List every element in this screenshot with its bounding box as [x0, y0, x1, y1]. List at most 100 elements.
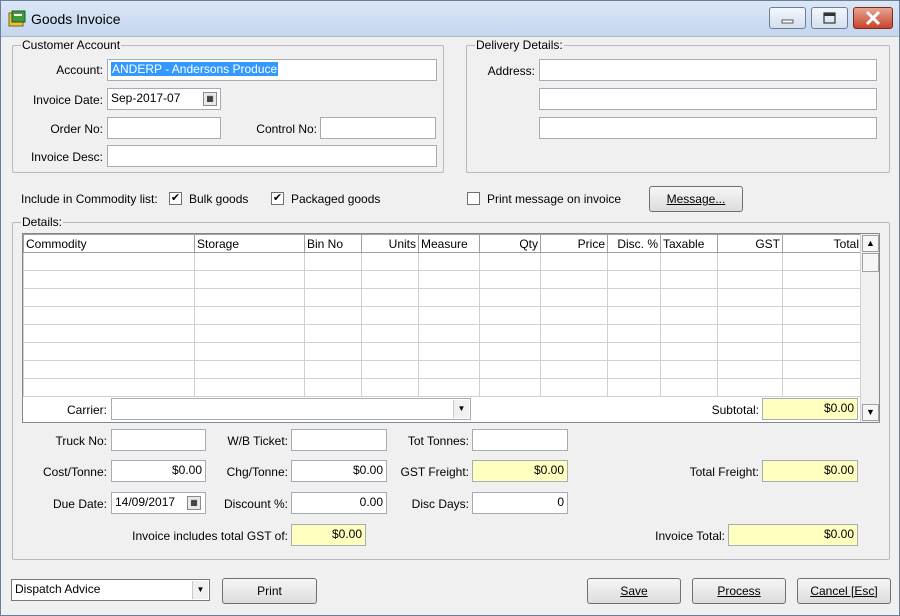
scroll-thumb[interactable]	[862, 253, 879, 272]
table-cell[interactable]	[479, 252, 541, 271]
table-cell[interactable]	[23, 378, 195, 397]
bulk-goods-label[interactable]: Bulk goods	[189, 192, 248, 206]
table-cell[interactable]	[607, 342, 661, 361]
message-button[interactable]: Message...	[649, 186, 743, 212]
table-row[interactable]	[23, 378, 862, 397]
table-cell[interactable]	[418, 378, 480, 397]
table-row[interactable]	[23, 360, 862, 379]
address-line-2[interactable]	[539, 88, 877, 110]
save-button[interactable]: Save	[587, 578, 681, 604]
col-taxable[interactable]: Taxable	[660, 234, 718, 253]
process-button[interactable]: Process	[692, 578, 786, 604]
col-qty[interactable]: Qty	[479, 234, 541, 253]
table-cell[interactable]	[23, 252, 195, 271]
table-cell[interactable]	[194, 324, 305, 343]
dropdown-arrow-icon[interactable]: ▼	[453, 400, 469, 418]
table-cell[interactable]	[540, 378, 608, 397]
table-cell[interactable]	[660, 360, 718, 379]
table-cell[interactable]	[304, 378, 362, 397]
account-field[interactable]: ANDERP - Andersons Produce	[107, 59, 437, 81]
table-cell[interactable]	[782, 270, 862, 289]
table-cell[interactable]	[607, 360, 661, 379]
table-cell[interactable]	[660, 342, 718, 361]
table-cell[interactable]	[418, 288, 480, 307]
disc-days-field[interactable]: 0	[472, 492, 568, 514]
table-cell[interactable]	[304, 270, 362, 289]
table-cell[interactable]	[782, 378, 862, 397]
table-cell[interactable]	[194, 270, 305, 289]
table-cell[interactable]	[660, 252, 718, 271]
table-cell[interactable]	[782, 252, 862, 271]
table-cell[interactable]	[540, 360, 608, 379]
table-cell[interactable]	[607, 270, 661, 289]
table-cell[interactable]	[361, 360, 419, 379]
table-cell[interactable]	[304, 324, 362, 343]
table-cell[interactable]	[479, 306, 541, 325]
table-cell[interactable]	[717, 342, 783, 361]
packaged-goods-checkbox[interactable]: ✔	[271, 192, 284, 205]
table-cell[interactable]	[418, 270, 480, 289]
table-cell[interactable]	[23, 288, 195, 307]
table-cell[interactable]	[540, 288, 608, 307]
table-cell[interactable]	[479, 270, 541, 289]
table-cell[interactable]	[194, 252, 305, 271]
table-cell[interactable]	[194, 360, 305, 379]
table-cell[interactable]	[607, 288, 661, 307]
table-cell[interactable]	[361, 342, 419, 361]
wb-ticket-field[interactable]	[291, 429, 387, 451]
due-date-calendar-icon[interactable]: ▦	[187, 496, 201, 510]
discount-field[interactable]: 0.00	[291, 492, 387, 514]
bulk-goods-checkbox[interactable]: ✔	[169, 192, 182, 205]
table-cell[interactable]	[479, 342, 541, 361]
table-cell[interactable]	[540, 252, 608, 271]
table-cell[interactable]	[304, 342, 362, 361]
minimize-button[interactable]	[769, 7, 806, 29]
table-cell[interactable]	[782, 342, 862, 361]
address-line-1[interactable]	[539, 59, 877, 81]
table-cell[interactable]	[660, 306, 718, 325]
calendar-icon[interactable]: ▦	[203, 92, 217, 106]
maximize-button[interactable]	[811, 7, 848, 29]
table-cell[interactable]	[479, 288, 541, 307]
table-cell[interactable]	[304, 252, 362, 271]
chg-tonne-field[interactable]: $0.00	[291, 460, 387, 482]
table-cell[interactable]	[304, 306, 362, 325]
details-grid[interactable]: Commodity Storage Bin No Units Measure Q…	[22, 233, 880, 423]
scroll-down-icon[interactable]: ▼	[862, 404, 879, 421]
print-message-checkbox[interactable]	[467, 192, 480, 205]
table-cell[interactable]	[717, 378, 783, 397]
table-cell[interactable]	[194, 306, 305, 325]
table-cell[interactable]	[479, 324, 541, 343]
table-cell[interactable]	[418, 324, 480, 343]
col-total[interactable]: Total	[782, 234, 862, 253]
table-cell[interactable]	[479, 378, 541, 397]
table-cell[interactable]	[540, 324, 608, 343]
print-message-label[interactable]: Print message on invoice	[487, 192, 621, 206]
table-cell[interactable]	[782, 360, 862, 379]
table-cell[interactable]	[304, 360, 362, 379]
table-cell[interactable]	[717, 288, 783, 307]
table-cell[interactable]	[540, 306, 608, 325]
table-cell[interactable]	[782, 324, 862, 343]
close-button[interactable]	[853, 7, 893, 29]
table-cell[interactable]	[418, 360, 480, 379]
cost-tonne-field[interactable]: $0.00	[111, 460, 206, 482]
table-cell[interactable]	[361, 306, 419, 325]
table-cell[interactable]	[717, 360, 783, 379]
title-bar[interactable]: Goods Invoice	[1, 1, 899, 37]
table-cell[interactable]	[23, 360, 195, 379]
table-cell[interactable]	[607, 306, 661, 325]
table-cell[interactable]	[23, 342, 195, 361]
print-type-select[interactable]: Dispatch Advice ▼	[11, 579, 210, 601]
packaged-goods-label[interactable]: Packaged goods	[291, 192, 380, 206]
table-cell[interactable]	[23, 306, 195, 325]
table-cell[interactable]	[717, 270, 783, 289]
table-cell[interactable]	[304, 288, 362, 307]
table-cell[interactable]	[717, 324, 783, 343]
table-cell[interactable]	[607, 378, 661, 397]
table-cell[interactable]	[361, 378, 419, 397]
grid-vertical-scrollbar[interactable]: ▲ ▼	[860, 234, 879, 422]
scroll-up-icon[interactable]: ▲	[862, 235, 879, 252]
table-cell[interactable]	[782, 306, 862, 325]
table-cell[interactable]	[540, 342, 608, 361]
